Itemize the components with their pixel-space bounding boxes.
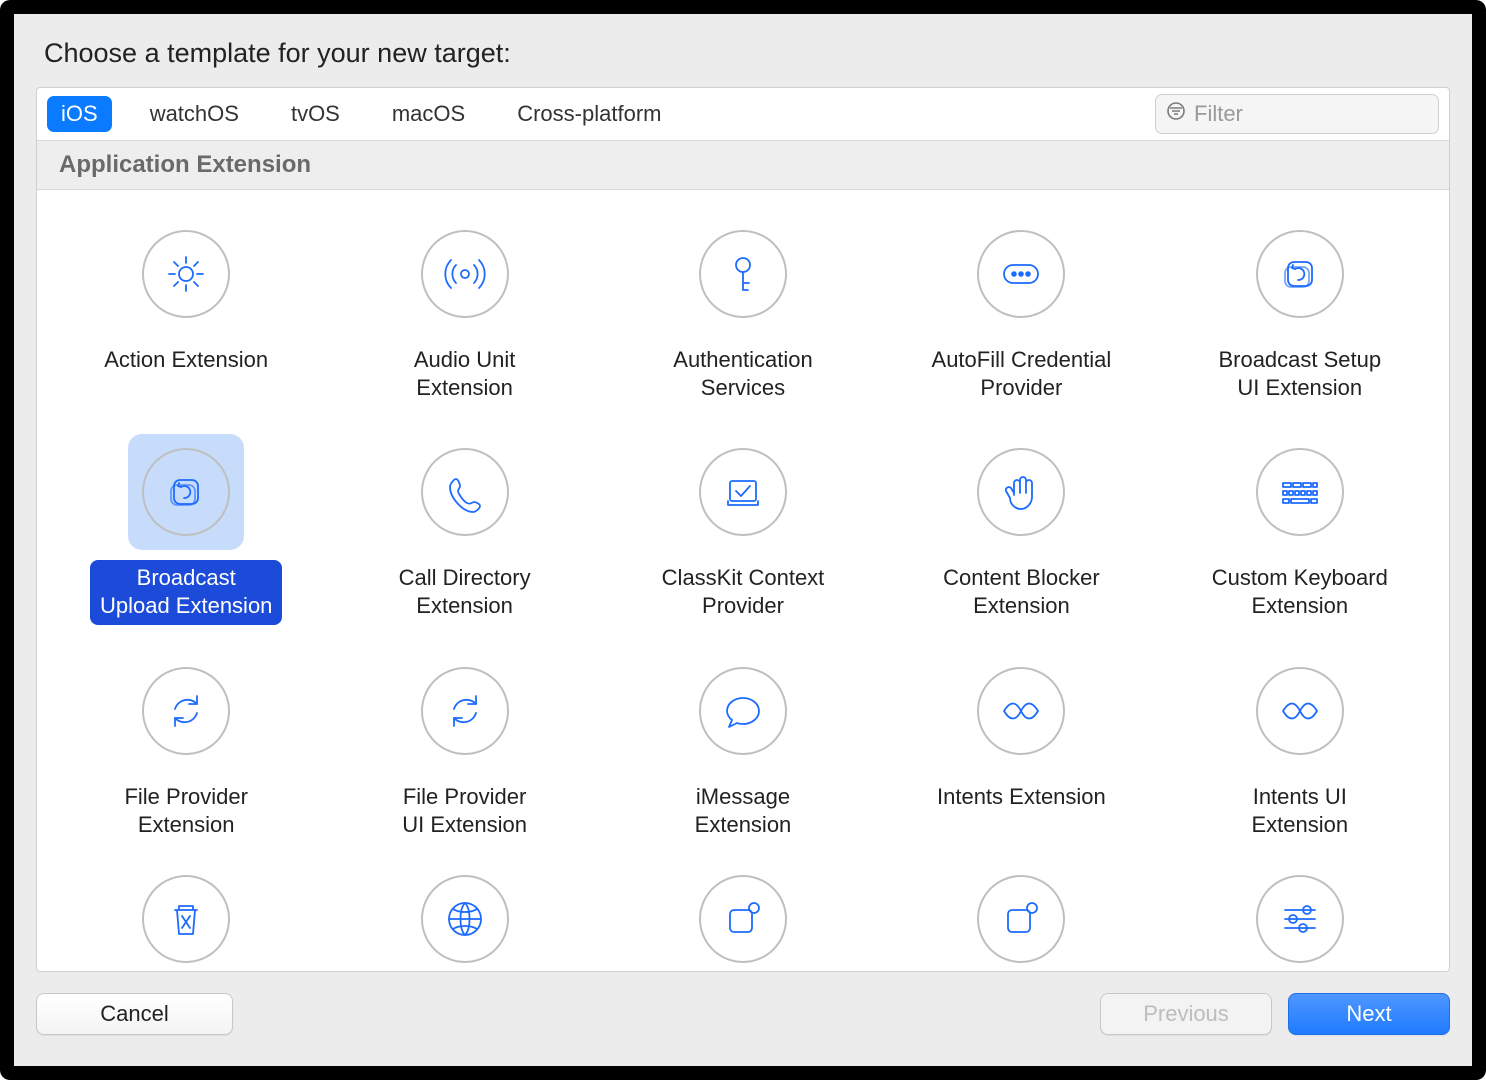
wave-icon xyxy=(963,653,1079,769)
template-item[interactable]: Custom Keyboard Extension xyxy=(1161,426,1439,644)
template-item-label: Action Extension xyxy=(94,342,278,378)
template-item-label: Audio Unit Extension xyxy=(395,342,535,406)
platform-tab-macos[interactable]: macOS xyxy=(378,96,479,132)
template-item-label: Call Directory Extension xyxy=(389,560,541,624)
phone-icon xyxy=(407,434,523,550)
template-item-label: Content Blocker Extension xyxy=(933,560,1110,624)
template-item[interactable]: Intents Extension xyxy=(882,645,1160,863)
template-item[interactable]: Action Extension xyxy=(47,208,325,426)
filter-input[interactable]: Filter xyxy=(1155,94,1439,134)
template-item-label: Authentication Services xyxy=(663,342,822,406)
footer-bar: Cancel Previous Next xyxy=(36,986,1450,1042)
template-item[interactable]: Intents UI Extension xyxy=(1161,645,1439,863)
template-item-label: ClassKit Context Provider xyxy=(652,560,835,624)
template-item-label: Broadcast Setup UI Extension xyxy=(1208,342,1391,406)
template-item-label: Broadcast Upload Extension xyxy=(90,560,282,624)
template-item[interactable] xyxy=(882,863,1160,971)
template-item-label: File Provider Extension xyxy=(114,779,257,843)
filter-placeholder: Filter xyxy=(1194,101,1243,127)
template-panel: iOS watchOS tvOS macOS Cross-platform Filter xyxy=(36,87,1450,972)
platform-tab-ios[interactable]: iOS xyxy=(47,96,112,132)
previous-button[interactable]: Previous xyxy=(1100,993,1272,1035)
template-item-label: AutoFill Credential Provider xyxy=(922,342,1122,406)
template-item-label: iMessage Extension xyxy=(673,779,813,843)
section-header: Application Extension xyxy=(37,141,1449,190)
next-button[interactable]: Next xyxy=(1288,993,1450,1035)
template-item[interactable] xyxy=(604,863,882,971)
template-item[interactable]: iMessage Extension xyxy=(604,645,882,863)
template-item-label: File Provider UI Extension xyxy=(392,779,537,843)
sliders-icon xyxy=(1242,871,1358,961)
square-dot-icon xyxy=(685,871,801,961)
check-art-icon xyxy=(685,434,801,550)
platform-bar: iOS watchOS tvOS macOS Cross-platform Filter xyxy=(37,88,1449,141)
template-item[interactable]: File Provider Extension xyxy=(47,645,325,863)
trash-icon xyxy=(128,871,244,961)
bubble-icon xyxy=(685,653,801,769)
dots-icon xyxy=(963,216,1079,332)
template-item[interactable]: Broadcast Setup UI Extension xyxy=(1161,208,1439,426)
template-item[interactable] xyxy=(47,863,325,971)
template-item[interactable] xyxy=(325,863,603,971)
template-item-label: Intents Extension xyxy=(927,779,1116,815)
hand-icon xyxy=(963,434,1079,550)
radio-icon xyxy=(407,216,523,332)
square-dot-icon xyxy=(963,871,1079,961)
stack-rot-icon xyxy=(128,434,244,550)
template-item[interactable]: File Provider UI Extension xyxy=(325,645,603,863)
cancel-button[interactable]: Cancel xyxy=(36,993,233,1035)
template-item-label: Intents UI Extension xyxy=(1230,779,1370,843)
gear-icon xyxy=(128,216,244,332)
globe-icon xyxy=(407,871,523,961)
template-item[interactable]: Content Blocker Extension xyxy=(882,426,1160,644)
template-item[interactable]: Broadcast Upload Extension xyxy=(47,426,325,644)
template-item[interactable]: AutoFill Credential Provider xyxy=(882,208,1160,426)
template-item[interactable]: Call Directory Extension xyxy=(325,426,603,644)
platform-tab-cross-platform[interactable]: Cross-platform xyxy=(503,96,675,132)
template-item[interactable] xyxy=(1161,863,1439,971)
template-item-label: Custom Keyboard Extension xyxy=(1202,560,1398,624)
template-item[interactable]: Authentication Services xyxy=(604,208,882,426)
filter-icon xyxy=(1166,101,1186,127)
dialog-title: Choose a template for your new target: xyxy=(36,22,1450,87)
platform-tab-tvos[interactable]: tvOS xyxy=(277,96,354,132)
template-grid: Action Extension Audio Unit Extension Auth… xyxy=(37,190,1449,971)
wave-icon xyxy=(1242,653,1358,769)
platform-tab-watchos[interactable]: watchOS xyxy=(136,96,253,132)
sync-icon xyxy=(407,653,523,769)
template-item[interactable]: Audio Unit Extension xyxy=(325,208,603,426)
stack-rot-icon xyxy=(1242,216,1358,332)
keyboard-icon xyxy=(1242,434,1358,550)
template-item[interactable]: ClassKit Context Provider xyxy=(604,426,882,644)
sync-icon xyxy=(128,653,244,769)
key-icon xyxy=(685,216,801,332)
